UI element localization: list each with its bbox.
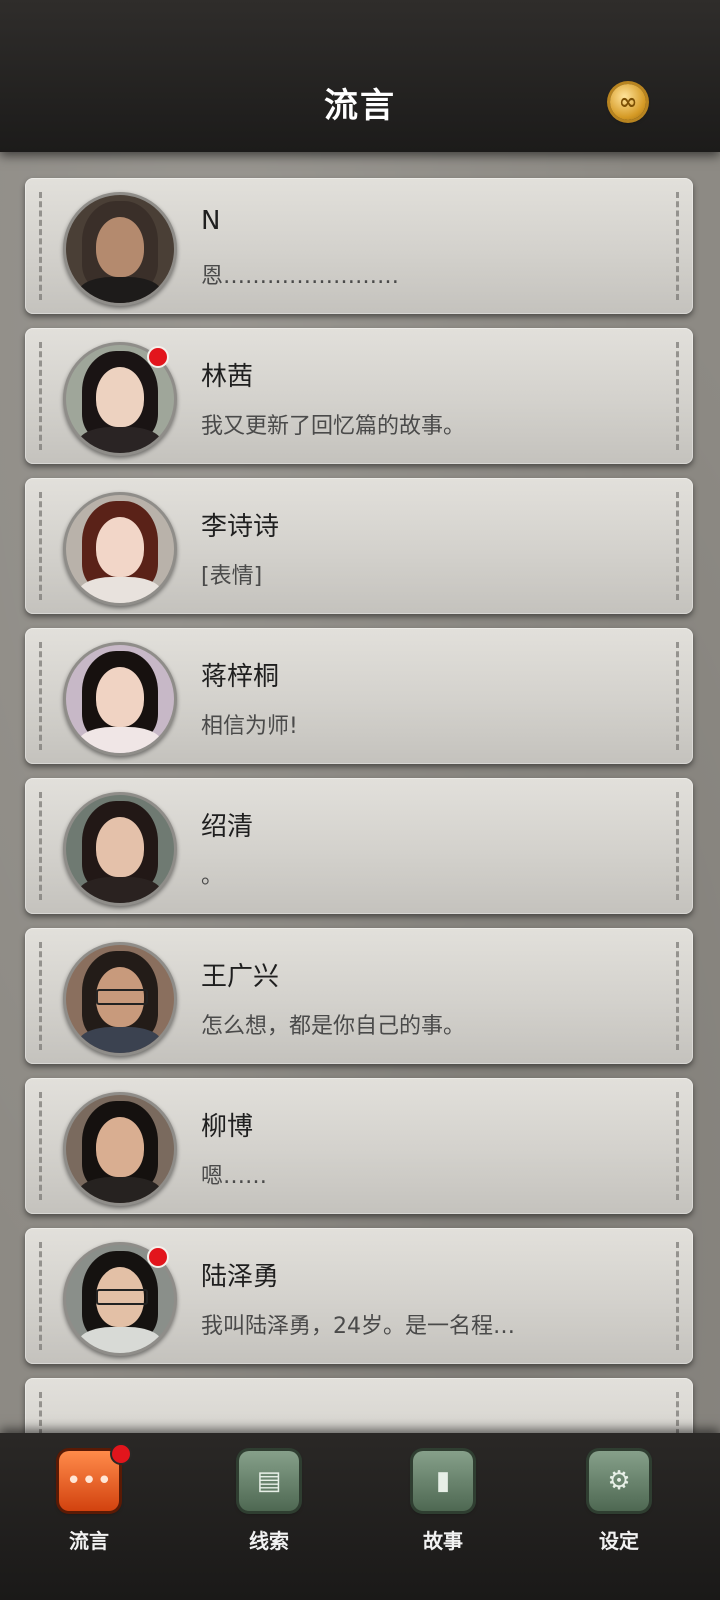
avatar-body: [78, 877, 162, 903]
infinity-coin-icon[interactable]: ∞: [610, 84, 646, 120]
clue-document-icon[interactable]: ▤: [239, 1451, 299, 1511]
avatar-face: [96, 817, 144, 877]
app-header: 流言 ∞: [0, 0, 720, 152]
avatar-glasses: [96, 1289, 148, 1305]
conversation-card[interactable]: 王广兴怎么想，都是你自己的事。: [25, 928, 693, 1064]
avatar-face: [96, 667, 144, 727]
last-message: 我又更新了回忆篇的故事。: [201, 414, 466, 439]
avatar-body: [78, 727, 162, 753]
nav-tab[interactable]: ▤ 线索: [224, 1451, 314, 1561]
nav-tab-label: 故事: [423, 1529, 463, 1553]
card-stitch-left: [39, 1242, 42, 1350]
avatar[interactable]: [63, 1092, 177, 1206]
contact-name: 陆泽勇: [201, 1262, 280, 1292]
last-message: 嗯……: [201, 1164, 268, 1189]
coin-glyph: ∞: [618, 89, 638, 115]
card-stitch-right: [676, 492, 679, 600]
card-stitch-left: [39, 1092, 42, 1200]
contact-name: 绍清: [201, 812, 254, 842]
card-stitch-left: [39, 492, 42, 600]
card-stitch-right: [676, 792, 679, 900]
avatar[interactable]: [63, 492, 177, 606]
nav-icon-glyph: ▮: [435, 1466, 451, 1496]
card-stitch-right: [676, 192, 679, 300]
avatar-face: [96, 517, 144, 577]
avatar-body: [78, 1327, 162, 1353]
avatar-face: [96, 367, 144, 427]
unread-badge: [149, 1248, 167, 1266]
avatar-body: [78, 1177, 162, 1203]
conversation-card[interactable]: 陆泽勇我叫陆泽勇，24岁。是一名程…: [25, 1228, 693, 1364]
nav-tab[interactable]: ⚙ 设定: [574, 1451, 664, 1561]
card-stitch-right: [676, 1092, 679, 1200]
conversation-card[interactable]: N 恩……………………: [25, 178, 693, 314]
chat-bubble-icon[interactable]: •••: [59, 1451, 119, 1511]
nav-tab-label: 线索: [249, 1529, 289, 1553]
last-message: 怎么想，都是你自己的事。: [201, 1014, 466, 1039]
avatar[interactable]: [63, 642, 177, 756]
avatar-body: [78, 577, 162, 603]
settings-gear-icon[interactable]: ⚙: [589, 1451, 649, 1511]
conversation-card[interactable]: 林茜我又更新了回忆篇的故事。: [25, 328, 693, 464]
last-message: [表情]: [201, 564, 263, 589]
avatar-face: [96, 1117, 144, 1177]
avatar[interactable]: [63, 942, 177, 1056]
nav-tab[interactable]: ••• 流言: [44, 1445, 134, 1561]
story-book-icon[interactable]: ▮: [413, 1451, 473, 1511]
avatar[interactable]: [63, 792, 177, 906]
card-stitch-left: [39, 792, 42, 900]
conversation-card[interactable]: 李诗诗 [表情]: [25, 478, 693, 614]
avatar-body: [78, 1027, 162, 1053]
nav-unread-badge: [112, 1445, 130, 1463]
last-message: 相信为师!: [201, 714, 298, 739]
nav-tab-label: 设定: [599, 1529, 639, 1553]
nav-icon-glyph: ⚙: [607, 1466, 631, 1496]
last-message: 恩……………………: [201, 264, 400, 289]
nav-tab-label: 流言: [69, 1529, 109, 1553]
avatar-face: [96, 217, 144, 277]
contact-name: 王广兴: [201, 962, 280, 992]
last-message: 我叫陆泽勇，24岁。是一名程…: [201, 1314, 515, 1339]
avatar[interactable]: [63, 192, 177, 306]
avatar-body: [78, 277, 162, 303]
card-stitch-right: [676, 642, 679, 750]
bottom-nav: ••• 流言 ▤ 线索 ▮ 故事 ⚙ 设定: [0, 1433, 720, 1600]
nav-tab[interactable]: ▮ 故事: [398, 1451, 488, 1561]
avatar-body: [78, 427, 162, 453]
card-stitch-left: [39, 642, 42, 750]
card-stitch-right: [676, 342, 679, 450]
nav-icon-glyph: ▤: [256, 1466, 282, 1496]
contact-name: N: [201, 206, 221, 236]
contact-name: 林茜: [201, 362, 254, 392]
contact-name: 李诗诗: [201, 512, 280, 542]
contact-name: 蒋梓桐: [201, 662, 280, 692]
conversation-card[interactable]: 蒋梓桐相信为师!: [25, 628, 693, 764]
card-stitch-left: [39, 942, 42, 1050]
card-stitch-right: [676, 942, 679, 1050]
nav-icon-glyph: •••: [65, 1466, 112, 1496]
last-message: 。: [201, 864, 224, 889]
card-stitch-right: [676, 1242, 679, 1350]
contact-name: 柳博: [201, 1112, 254, 1142]
card-stitch-left: [39, 342, 42, 450]
card-stitch-left: [39, 192, 42, 300]
avatar-glasses: [96, 989, 148, 1005]
unread-badge: [149, 348, 167, 366]
conversation-card[interactable]: 柳博嗯……: [25, 1078, 693, 1214]
conversation-card[interactable]: 绍清。: [25, 778, 693, 914]
